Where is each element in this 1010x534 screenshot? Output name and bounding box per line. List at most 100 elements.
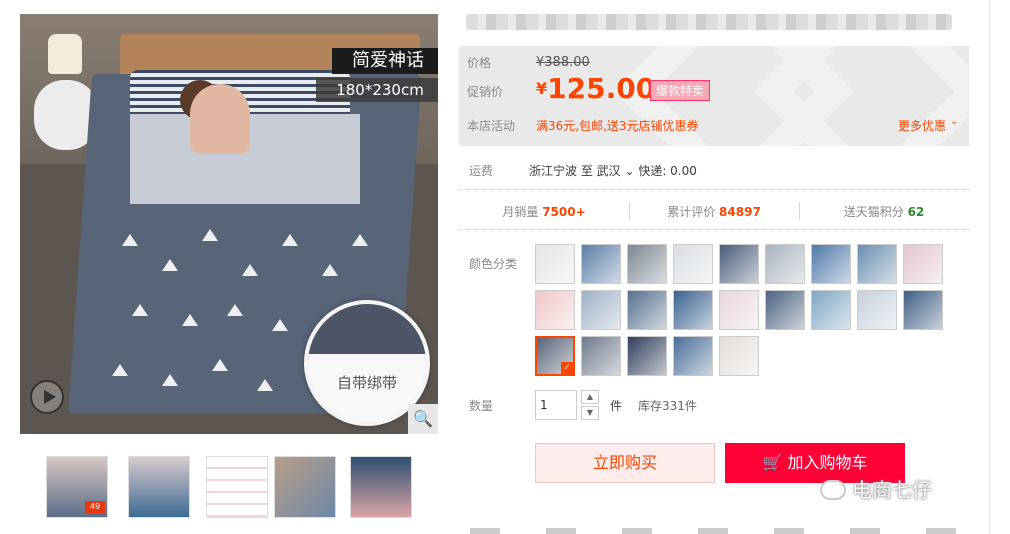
swatch-fill (537, 338, 573, 374)
color-swatch-22[interactable] (673, 336, 713, 376)
wechat-icon (820, 480, 846, 500)
color-swatch-17[interactable] (857, 290, 897, 330)
page-divider (989, 0, 990, 534)
stats-row: 月销量 7500+ 累计评价 84897 送天猫积分 62 (459, 192, 969, 230)
swatch-fill (812, 245, 850, 283)
thumb-photo (129, 457, 189, 517)
shipping-row: 运费 浙江宁波 至 武汉 ⌄ 快递: 0.00 (459, 150, 969, 190)
thumbnail-3[interactable] (206, 456, 268, 518)
quantity-label: 数量 (469, 399, 494, 413)
thumbnail-1[interactable]: 49 (46, 456, 108, 518)
bottom-tabs-partial (470, 528, 970, 534)
review-count-label: 累计评价 (667, 205, 716, 219)
buy-now-button[interactable]: 立即购买 (535, 443, 715, 483)
play-video-icon[interactable] (30, 380, 64, 414)
swatch-fill (904, 245, 942, 283)
color-swatch-20[interactable] (581, 336, 621, 376)
quantity-decrease-icon[interactable]: ▼ (581, 406, 599, 420)
color-swatch-21[interactable] (627, 336, 667, 376)
swatch-fill (582, 337, 620, 375)
swatch-fill (628, 245, 666, 283)
swatch-fill (720, 337, 758, 375)
shipping-label: 运费 (469, 164, 494, 178)
color-swatch-12[interactable] (627, 290, 667, 330)
swatch-fill (812, 291, 850, 329)
review-count[interactable]: 累计评价 84897 (629, 203, 799, 220)
color-swatch-19[interactable] (535, 336, 575, 376)
swatch-fill (582, 245, 620, 283)
watermark: 电商七仔 (820, 474, 932, 504)
thumb-photo (351, 457, 411, 517)
price-box: 价格 ¥388.00 促销价 ¥125.00 爆款特卖 本店活动 满36元,包邮… (459, 46, 969, 146)
swatch-fill (720, 245, 758, 283)
overlay-size: 180*230cm (316, 78, 438, 102)
color-swatch-23[interactable] (719, 336, 759, 376)
color-swatch-16[interactable] (811, 290, 851, 330)
stock-count: 库存331件 (638, 399, 697, 413)
review-count-value: 84897 (719, 205, 761, 219)
watermark-text: 电商七仔 (852, 478, 932, 502)
color-swatch-3[interactable] (627, 244, 667, 284)
swatch-fill (858, 245, 896, 283)
quantity-increase-icon[interactable]: ▲ (581, 390, 599, 404)
store-promo-label: 本店活动 (467, 119, 516, 133)
add-to-cart-label: 加入购物车 (787, 453, 868, 472)
thumb-badge: 49 (85, 501, 105, 513)
quantity-unit: 件 (610, 399, 623, 413)
tmall-points-value: 62 (907, 205, 925, 219)
tmall-points-label: 送天猫积分 (843, 205, 904, 219)
quantity-input[interactable] (535, 390, 577, 420)
thumb-photo (275, 457, 335, 517)
overlay-title: 简爱神话 (332, 48, 438, 74)
swatch-fill (674, 245, 712, 283)
chevron-down-icon[interactable]: ⌄ (950, 116, 958, 127)
price-label: 价格 (467, 56, 492, 70)
thumbnail-strip: 49 (46, 456, 412, 518)
store-promo-text: 满36元,包邮,送3元店铺优惠券 (536, 119, 699, 133)
color-swatch-11[interactable] (581, 290, 621, 330)
swatch-fill (674, 337, 712, 375)
color-swatch-2[interactable] (581, 244, 621, 284)
thumbnail-4[interactable] (274, 456, 336, 518)
color-swatch-7[interactable] (811, 244, 851, 284)
color-swatch-15[interactable] (765, 290, 805, 330)
color-label: 颜色分类 (469, 257, 518, 271)
monthly-sales: 月销量 7500+ (459, 203, 629, 220)
color-swatch-grid (535, 244, 955, 384)
swatch-fill (536, 245, 574, 283)
color-swatch-10[interactable] (535, 290, 575, 330)
tmall-points: 送天猫积分 62 (799, 203, 969, 220)
swatch-fill (628, 291, 666, 329)
color-swatch-8[interactable] (857, 244, 897, 284)
promo-price: ¥125.00 (536, 72, 655, 105)
color-swatch-13[interactable] (673, 290, 713, 330)
color-swatch-14[interactable] (719, 290, 759, 330)
swatch-fill (628, 337, 666, 375)
product-title-blurred (466, 14, 952, 30)
zoom-icon[interactable]: 🔍 (408, 404, 438, 434)
promo-price-label: 促销价 (467, 85, 504, 99)
thumbnail-5[interactable] (350, 456, 412, 518)
swatch-fill (766, 291, 804, 329)
monthly-sales-label: 月销量 (502, 205, 539, 219)
color-swatch-1[interactable] (535, 244, 575, 284)
hot-sale-badge: 爆款特卖 (650, 80, 711, 101)
swatch-fill (720, 291, 758, 329)
thumbnail-2[interactable] (128, 456, 190, 518)
swatch-fill (904, 291, 942, 329)
color-swatch-9[interactable] (903, 244, 943, 284)
thumb-photo (207, 457, 267, 517)
main-product-image[interactable]: 简爱神话 180*230cm 自带绑带 🔍 (20, 14, 438, 434)
swatch-fill (766, 245, 804, 283)
monthly-sales-value: 7500+ (542, 205, 586, 219)
color-swatch-18[interactable] (903, 290, 943, 330)
more-promo-link[interactable]: 更多优惠 (898, 117, 946, 134)
color-swatch-4[interactable] (673, 244, 713, 284)
swatch-fill (674, 291, 712, 329)
swatch-fill (536, 291, 574, 329)
shipping-route[interactable]: 浙江宁波 至 武汉 ⌄ 快递: 0.00 (529, 162, 697, 179)
color-swatch-6[interactable] (765, 244, 805, 284)
swatch-fill (858, 291, 896, 329)
original-price: ¥388.00 (536, 55, 590, 70)
color-swatch-5[interactable] (719, 244, 759, 284)
